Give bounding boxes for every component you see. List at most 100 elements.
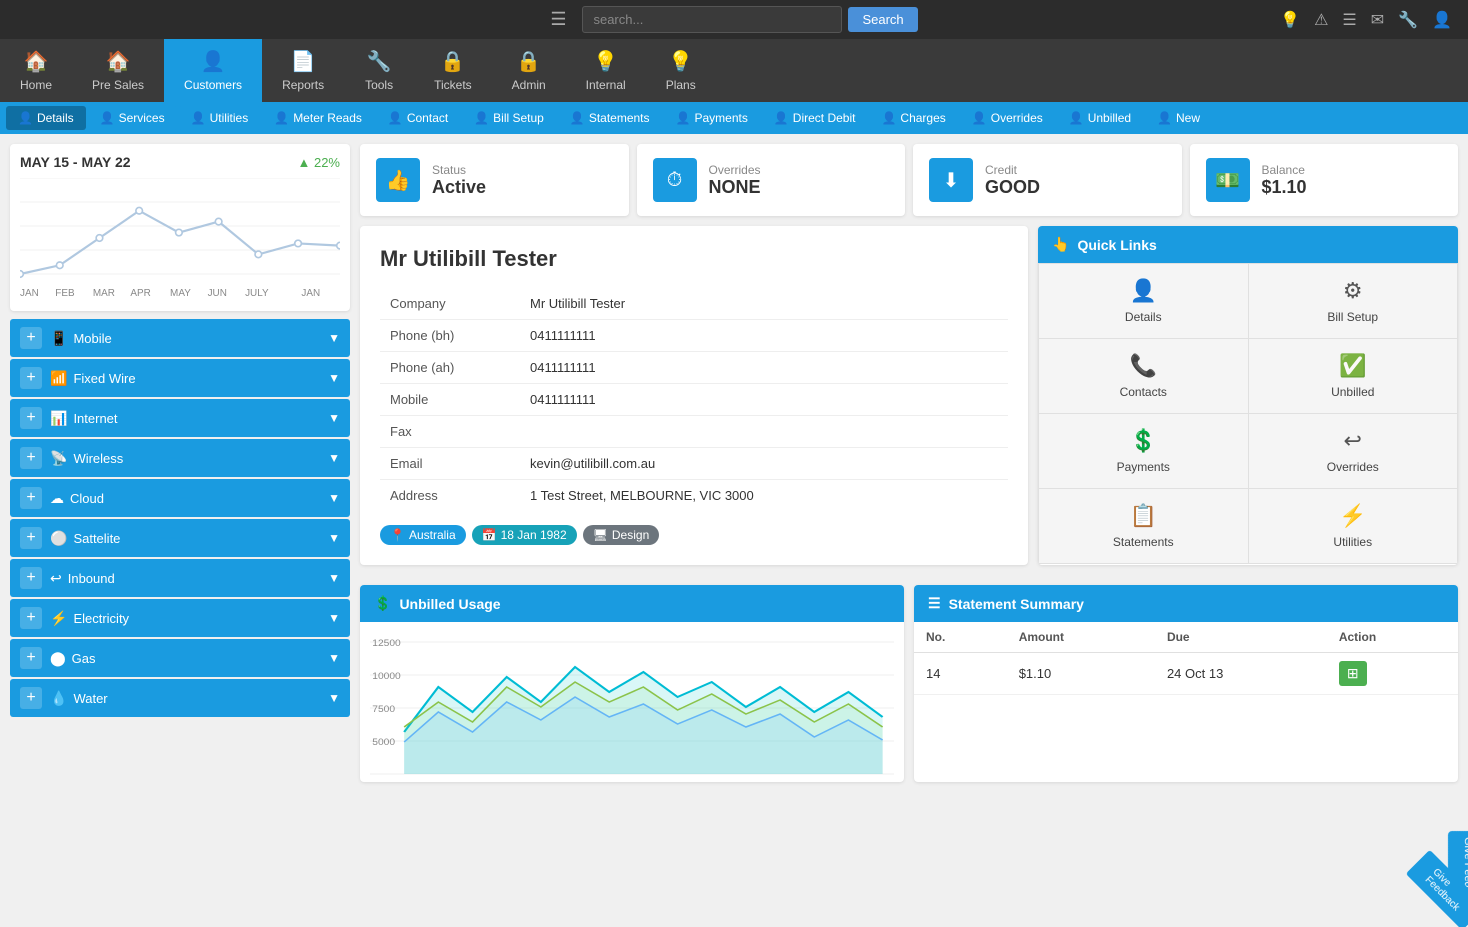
nav-tools[interactable]: 🔧 Tools: [344, 39, 414, 102]
nav-plans[interactable]: 💡 Plans: [646, 39, 716, 102]
cloud-chevron: ▼: [328, 491, 340, 505]
quick-links-grid: 👤 Details ⚙ Bill Setup 📞 Contacts ✅ Unbi…: [1038, 263, 1458, 564]
ql-billsetup[interactable]: ⚙ Bill Setup: [1249, 264, 1458, 338]
bulb-icon[interactable]: 💡: [1280, 10, 1300, 30]
nav-presales[interactable]: 🏠 Pre Sales: [72, 39, 164, 102]
tab-new[interactable]: 👤 New: [1145, 106, 1212, 130]
ql-details[interactable]: 👤 Details: [1039, 264, 1248, 338]
tag-design[interactable]: 🖥 Design: [583, 525, 660, 545]
ql-statements-icon: 📋: [1130, 503, 1157, 529]
ql-unbilled-label: Unbilled: [1331, 385, 1374, 399]
service-electricity[interactable]: + ⚡ Electricity ▼: [10, 599, 350, 637]
service-water[interactable]: + 💧 Water ▼: [10, 679, 350, 717]
water-chevron: ▼: [328, 691, 340, 705]
nav-customers[interactable]: 👤 Customers: [164, 39, 262, 102]
credit-label: Credit: [985, 163, 1040, 177]
tab-bill-setup[interactable]: 👤 Bill Setup: [462, 106, 556, 130]
table-row: Email kevin@utilibill.com.au: [380, 448, 1008, 480]
unbilled-icon: 💲: [374, 595, 391, 612]
ql-billsetup-icon: ⚙: [1343, 278, 1363, 304]
inbound-plus-btn[interactable]: +: [20, 567, 42, 589]
svg-text:7500: 7500: [372, 705, 395, 715]
internet-icon: 📊: [50, 410, 67, 427]
stat-status: 👍 Status Active: [360, 144, 629, 216]
inbound-label: Inbound: [68, 571, 328, 586]
nav-tickets[interactable]: 🔒 Tickets: [414, 39, 492, 102]
field-value-phone-ah: 0411111111: [520, 352, 1008, 384]
alert-icon[interactable]: ⚠: [1314, 10, 1328, 30]
ql-payments[interactable]: 💲 Payments: [1039, 414, 1248, 488]
table-row: Company Mr Utilibill Tester: [380, 288, 1008, 320]
ql-utilities[interactable]: ⚡ Utilities: [1249, 489, 1458, 563]
tab-unbilled[interactable]: 👤 Unbilled: [1057, 106, 1143, 130]
nav-home-label: Home: [20, 78, 52, 92]
nav-reports[interactable]: 📄 Reports: [262, 39, 344, 102]
table-row: 14 $1.10 24 Oct 13 ⊞: [914, 653, 1458, 695]
fixedwire-icon: 📶: [50, 370, 67, 387]
water-plus-btn[interactable]: +: [20, 687, 42, 709]
table-row: Phone (ah) 0411111111: [380, 352, 1008, 384]
nav-bar: 🏠 Home 🏠 Pre Sales 👤 Customers 📄 Reports…: [0, 39, 1468, 102]
date-range-card: MAY 15 - MAY 22 ▲ 22% JAN F: [10, 144, 350, 311]
inbound-chevron: ▼: [328, 571, 340, 585]
search-input[interactable]: [582, 6, 842, 33]
tab-contact[interactable]: 👤 Contact: [376, 106, 460, 130]
fixedwire-plus-btn[interactable]: +: [20, 367, 42, 389]
mail-icon[interactable]: ✉: [1371, 10, 1384, 30]
tab-overrides[interactable]: 👤 Overrides: [960, 106, 1055, 130]
ql-unbilled-icon: ✅: [1339, 353, 1366, 379]
tab-meter-reads[interactable]: 👤 Meter Reads: [262, 106, 374, 130]
ql-contacts[interactable]: 📞 Contacts: [1039, 339, 1248, 413]
view-statement-btn[interactable]: ⊞: [1339, 661, 1367, 686]
tab-payments[interactable]: 👤 Payments: [664, 106, 760, 130]
tab-utilities[interactable]: 👤 Utilities: [179, 106, 261, 130]
ql-overrides[interactable]: ↩ Overrides: [1249, 414, 1458, 488]
service-internet[interactable]: + 📊 Internet ▼: [10, 399, 350, 437]
overrides-value: NONE: [709, 177, 761, 198]
tab-direct-debit[interactable]: 👤 Direct Debit: [762, 106, 868, 130]
wrench-icon[interactable]: 🔧: [1398, 10, 1418, 30]
stmt-amount: $1.10: [1007, 653, 1155, 695]
ql-statements[interactable]: 📋 Statements: [1039, 489, 1248, 563]
field-value-mobile: 0411111111: [520, 384, 1008, 416]
cloud-plus-btn[interactable]: +: [20, 487, 42, 509]
service-cloud[interactable]: + ☁ Cloud ▼: [10, 479, 350, 517]
mobile-plus-btn[interactable]: +: [20, 327, 42, 349]
satellite-plus-btn[interactable]: +: [20, 527, 42, 549]
services-list: + 📱 Mobile ▼ + 📶 Fixed Wire ▼ + 📊 Intern…: [10, 319, 350, 717]
quick-links-card: 👆 Quick Links 👤 Details ⚙ Bill Setup 📞 C…: [1038, 226, 1458, 565]
tag-australia[interactable]: 📍 Australia: [380, 525, 466, 545]
tab-statements[interactable]: 👤 Statements: [558, 106, 662, 130]
tab-charges[interactable]: 👤 Charges: [869, 106, 957, 130]
menu-icon[interactable]: ☰: [550, 9, 566, 30]
search-button[interactable]: Search: [848, 7, 917, 32]
credit-icon-box: ⬇: [929, 158, 973, 202]
nav-home[interactable]: 🏠 Home: [0, 39, 72, 102]
electricity-plus-btn[interactable]: +: [20, 607, 42, 629]
internet-plus-btn[interactable]: +: [20, 407, 42, 429]
unbilled-title: Unbilled Usage: [399, 596, 500, 612]
svg-text:FEB: FEB: [55, 288, 75, 298]
service-satellite[interactable]: + ⚪ Sattelite ▼: [10, 519, 350, 557]
statement-icon: ☰: [928, 595, 941, 612]
service-mobile[interactable]: + 📱 Mobile ▼: [10, 319, 350, 357]
tab-details[interactable]: 👤 Details: [6, 106, 86, 130]
field-label-company: Company: [380, 288, 520, 320]
gas-plus-btn[interactable]: +: [20, 647, 42, 669]
statement-table: No. Amount Due Action 14 $1.10 24 Oct 13: [914, 622, 1458, 695]
user-icon[interactable]: 👤: [1432, 10, 1452, 30]
wireless-plus-btn[interactable]: +: [20, 447, 42, 469]
service-gas[interactable]: + ⬤ Gas ▼: [10, 639, 350, 677]
service-fixed-wire[interactable]: + 📶 Fixed Wire ▼: [10, 359, 350, 397]
service-inbound[interactable]: + ↩ Inbound ▼: [10, 559, 350, 597]
nav-internal[interactable]: 💡 Internal: [566, 39, 646, 102]
list-icon[interactable]: ☰: [1342, 10, 1356, 30]
tab-services[interactable]: 👤 Services: [88, 106, 177, 130]
nav-admin[interactable]: 🔒 Admin: [492, 39, 566, 102]
ql-unbilled[interactable]: ✅ Unbilled: [1249, 339, 1458, 413]
wireless-label: Wireless: [73, 451, 328, 466]
inbound-icon: ↩: [50, 570, 62, 587]
quick-links-title: Quick Links: [1077, 237, 1156, 253]
service-wireless[interactable]: + 📡 Wireless ▼: [10, 439, 350, 477]
tag-dob[interactable]: 📅 18 Jan 1982: [472, 525, 577, 545]
